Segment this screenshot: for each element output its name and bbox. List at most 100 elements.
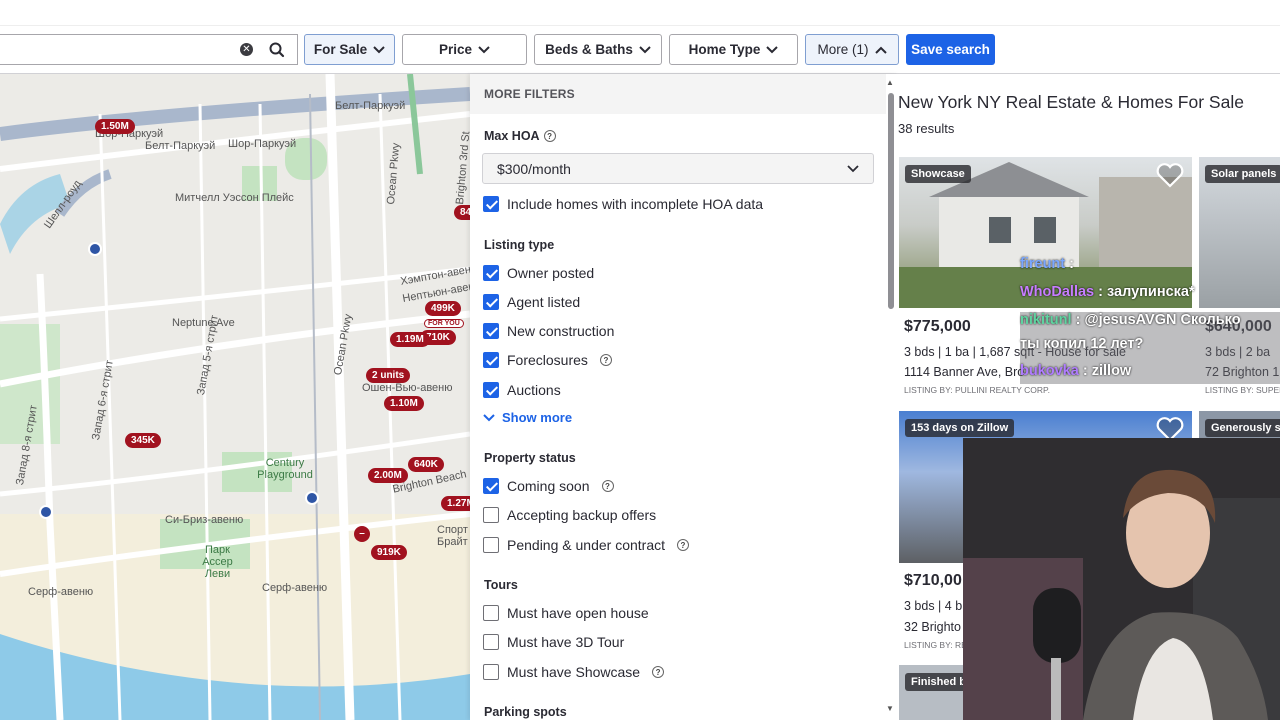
price-filter-button[interactable]: Price (402, 34, 527, 65)
listing-price: $710,00 (904, 572, 962, 589)
checkbox-label: Coming soon (507, 478, 590, 494)
map-label: Серф-авеню (28, 586, 94, 598)
price-pin[interactable]: 84 (454, 205, 470, 220)
price-pin[interactable]: 345K (125, 433, 161, 448)
checkbox-checked[interactable] (483, 323, 499, 339)
more-filter-button[interactable]: More (1) (805, 34, 899, 65)
home-type-label: Home Type (688, 42, 761, 57)
listing-address[interactable]: 32 Brighto (904, 620, 961, 634)
panel-scrollbar[interactable] (888, 93, 894, 309)
price-pin[interactable]: 2 units (366, 368, 411, 383)
checkbox-checked[interactable] (483, 478, 499, 494)
checkbox-label: Auctions (507, 382, 561, 398)
accepting-backup-offers-checkbox[interactable]: Accepting backup offers (483, 507, 656, 523)
checkbox-checked[interactable] (483, 294, 499, 310)
price-pin[interactable]: 1.27M (441, 496, 470, 511)
heart-icon[interactable] (1155, 161, 1185, 189)
map-label: Neptune Ave (172, 317, 235, 329)
listing-address[interactable]: 1114 Banner Ave, Bro (904, 365, 1024, 379)
showcase-checkbox[interactable]: Must have Showcase ? (483, 664, 665, 680)
metro-station-icon (305, 491, 319, 505)
checkbox-checked[interactable] (483, 265, 499, 281)
webcam-overlay (963, 438, 1280, 720)
price-pin[interactable]: 499K (425, 301, 461, 316)
checkbox-label: Foreclosures (507, 352, 588, 368)
chevron-down-icon (478, 45, 490, 53)
chat-username: fireunt (1020, 256, 1066, 272)
scroll-up-icon[interactable]: ▲ (886, 78, 894, 87)
help-icon[interactable]: ? (599, 354, 612, 366)
price-pin[interactable]: 1.50M (95, 119, 135, 134)
price-pin[interactable]: 1.19M (390, 332, 430, 347)
checkbox-unchecked[interactable] (483, 605, 499, 621)
checkbox-label: Agent listed (507, 294, 581, 310)
listing-facts: 3 bds | 4 b (904, 599, 963, 613)
open-house-checkbox[interactable]: Must have open house (483, 605, 649, 621)
checkbox-unchecked[interactable] (483, 537, 499, 553)
map-marker-icon[interactable]: – (354, 526, 370, 542)
search-icon[interactable] (268, 41, 286, 59)
show-more-link[interactable]: Show more (483, 410, 572, 425)
price-pin[interactable]: 919K (371, 545, 407, 560)
help-icon[interactable]: ? (677, 539, 689, 551)
price-pin[interactable]: 2.00M (368, 468, 408, 483)
generously-sized-badge: Generously si (1205, 419, 1280, 437)
map-label: Парк Ассер Леви (202, 544, 233, 580)
chevron-down-icon (847, 165, 859, 173)
save-search-button[interactable]: Save search (906, 34, 995, 65)
listing-photo[interactable]: Solar panels (1199, 157, 1280, 308)
chevron-down-icon (373, 45, 385, 53)
owner-posted-checkbox[interactable]: Owner posted (483, 265, 594, 281)
coming-soon-checkbox[interactable]: Coming soon ? (483, 478, 614, 494)
checkbox-checked[interactable] (483, 352, 499, 368)
map-label: Белт-Паркуэй (145, 140, 216, 152)
help-icon[interactable]: ? (543, 130, 556, 142)
map-label: Белт-Паркуэй (335, 100, 406, 112)
chat-username: bukovka (1020, 363, 1079, 379)
map-view[interactable]: Шор-Паркуэй Белт-Паркуэй Шор-Паркуэй Бел… (0, 74, 470, 720)
checkbox-unchecked[interactable] (483, 664, 499, 680)
help-icon[interactable]: ? (652, 666, 665, 678)
3d-tour-checkbox[interactable]: Must have 3D Tour (483, 634, 624, 650)
price-pin[interactable]: 1.10M (384, 396, 424, 411)
pending-under-contract-checkbox[interactable]: Pending & under contract ? (483, 537, 689, 553)
price-label: Price (438, 42, 473, 57)
finished-badge: Finished b (905, 673, 972, 691)
for-sale-label: For Sale (313, 42, 368, 57)
map-label: Century Playground (257, 457, 313, 481)
agent-listed-checkbox[interactable]: Agent listed (483, 294, 580, 310)
beds-baths-filter-button[interactable]: Beds & Baths (534, 34, 662, 65)
more-filters-title: MORE FILTERS (470, 74, 886, 114)
include-incomplete-hoa-checkbox[interactable]: Include homes with incomplete HOA data (483, 196, 763, 212)
chevron-down-icon (766, 45, 779, 53)
chevron-down-icon (639, 45, 651, 53)
checkbox-checked[interactable] (483, 382, 499, 398)
help-icon[interactable]: ? (601, 480, 614, 492)
listing-broker: LISTING BY: PULLINI REALTY CORP. (904, 385, 1050, 395)
property-status-heading: Property status (484, 451, 576, 465)
clear-search-icon[interactable]: ✕ (240, 43, 253, 56)
auctions-checkbox[interactable]: Auctions (483, 382, 561, 398)
checkbox-checked[interactable] (483, 196, 499, 212)
max-hoa-select[interactable]: $300/month (482, 153, 874, 184)
checkbox-label: Include homes with incomplete HOA data (507, 196, 764, 212)
listing-broker: LISTING BY: RE (904, 640, 967, 650)
map-label: Ошен-Вью-авеню (362, 382, 453, 394)
foreclosures-checkbox[interactable]: Foreclosures ? (483, 352, 612, 368)
tours-heading: Tours (484, 578, 518, 592)
results-count: 38 results (898, 121, 955, 136)
checkbox-unchecked[interactable] (483, 507, 499, 523)
solar-panels-badge: Solar panels (1205, 165, 1280, 183)
metro-station-icon (88, 242, 102, 256)
checkbox-label: Accepting backup offers (507, 507, 657, 523)
checkbox-label: Must have 3D Tour (507, 634, 625, 650)
home-type-filter-button[interactable]: Home Type (669, 34, 798, 65)
scroll-down-icon[interactable]: ▼ (886, 704, 894, 713)
streamer-webcam-image (963, 438, 1280, 720)
new-construction-checkbox[interactable]: New construction (483, 323, 614, 339)
checkbox-unchecked[interactable] (483, 634, 499, 650)
price-pin[interactable]: 640K (408, 457, 444, 472)
search-input[interactable]: ✕ (0, 34, 298, 65)
for-sale-filter-button[interactable]: For Sale (304, 34, 395, 65)
for-you-tag: FOR YOU (424, 319, 464, 328)
